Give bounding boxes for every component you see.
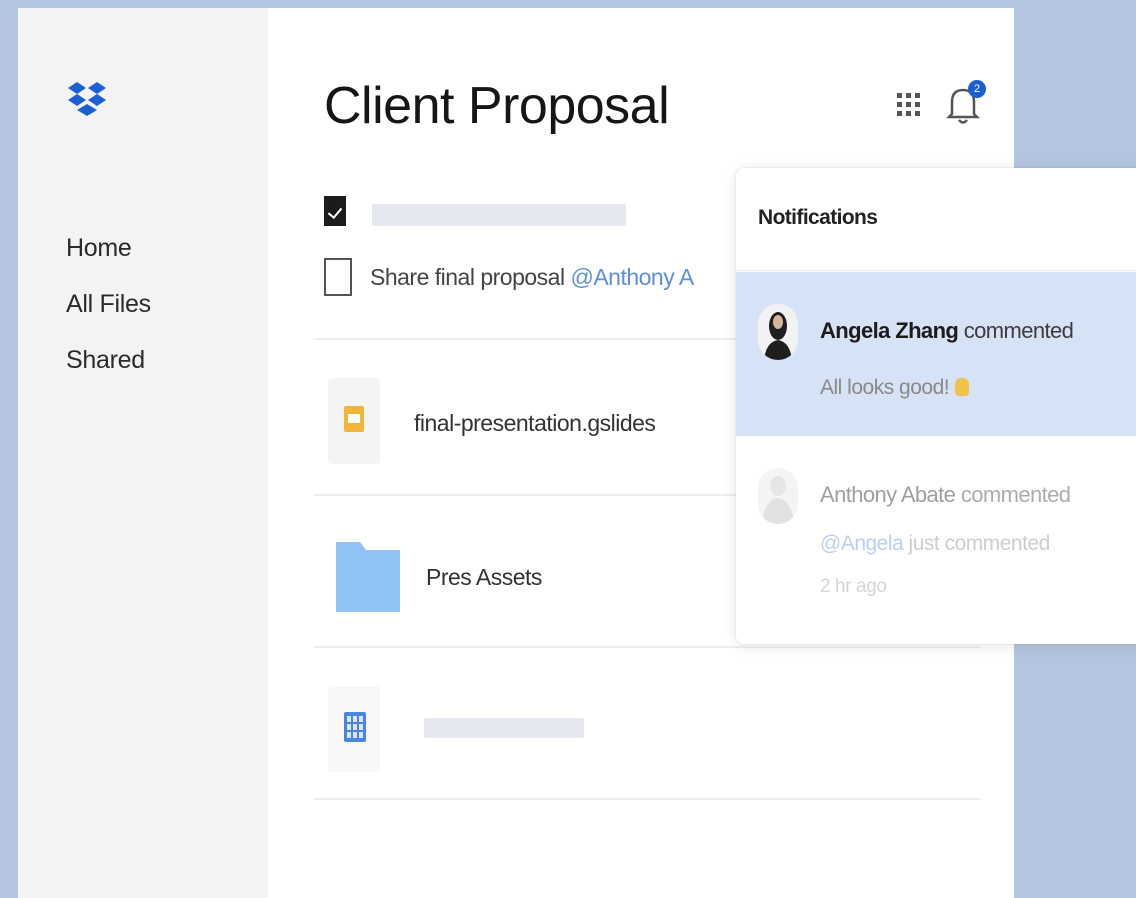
divider <box>314 798 980 800</box>
sidebar-nav: Home All Files Shared <box>66 220 151 388</box>
task-mention[interactable]: @Anthony A <box>570 264 694 290</box>
notification-message-text: All looks good! <box>820 376 950 399</box>
thumbs-up-icon <box>955 378 970 396</box>
grid-apps-icon[interactable] <box>896 92 922 118</box>
task-checkbox[interactable] <box>324 258 352 296</box>
notification-message: @Angela just commented <box>820 532 1050 556</box>
sidebar: Home All Files Shared <box>18 8 268 898</box>
task-checkbox[interactable] <box>324 196 346 226</box>
notification-item[interactable]: Anthony Abate commented @Angela just com… <box>736 444 1136 624</box>
person-avatar-icon <box>762 476 794 524</box>
notification-item[interactable]: Angela Zhang commented All looks good! <box>736 272 1136 436</box>
notification-action: commented <box>955 482 1071 507</box>
avatar <box>758 468 798 524</box>
file-thumbnail <box>328 378 380 464</box>
slides-icon <box>344 406 364 432</box>
task-label: Share final proposal @Anthony A <box>370 264 694 291</box>
notification-action: commented <box>958 318 1074 343</box>
notification-mention: @Angela <box>820 532 904 555</box>
file-name: final-presentation.gslides <box>414 410 656 436</box>
notification-message: All looks good! <box>820 376 970 400</box>
sidebar-item-home[interactable]: Home <box>66 220 151 276</box>
avatar <box>758 304 798 360</box>
dropbox-logo-icon[interactable] <box>66 80 108 126</box>
notifications-title: Notifications <box>758 206 878 229</box>
notification-time: 2 hr ago <box>820 576 887 597</box>
notification-badge: 2 <box>968 80 986 98</box>
task-label-text: Share final proposal <box>370 264 571 290</box>
page-title: Client Proposal <box>324 77 670 135</box>
sidebar-item-all-files[interactable]: All Files <box>66 276 151 332</box>
notification-message-text: just commented <box>903 532 1051 555</box>
file-name: Pres Assets <box>426 564 542 590</box>
spreadsheet-icon <box>344 712 366 742</box>
person-avatar-icon <box>764 312 792 360</box>
notification-user: Angela Zhang <box>820 318 959 343</box>
file-thumbnail <box>328 686 380 772</box>
notification-title: Anthony Abate commented <box>820 482 1071 508</box>
sidebar-item-shared[interactable]: Shared <box>66 332 151 388</box>
notification-title: Angela Zhang commented <box>820 318 1074 344</box>
notifications-button[interactable]: 2 <box>942 80 986 126</box>
divider <box>314 646 980 648</box>
notification-user: Anthony Abate <box>820 482 956 507</box>
task-text-placeholder <box>372 204 626 226</box>
folder-icon <box>336 542 400 612</box>
divider <box>736 270 1136 271</box>
notifications-panel: Notifications Angela Zhang commented All… <box>736 168 1136 644</box>
file-name-placeholder <box>424 718 584 738</box>
file-row-spreadsheet[interactable] <box>314 650 980 800</box>
